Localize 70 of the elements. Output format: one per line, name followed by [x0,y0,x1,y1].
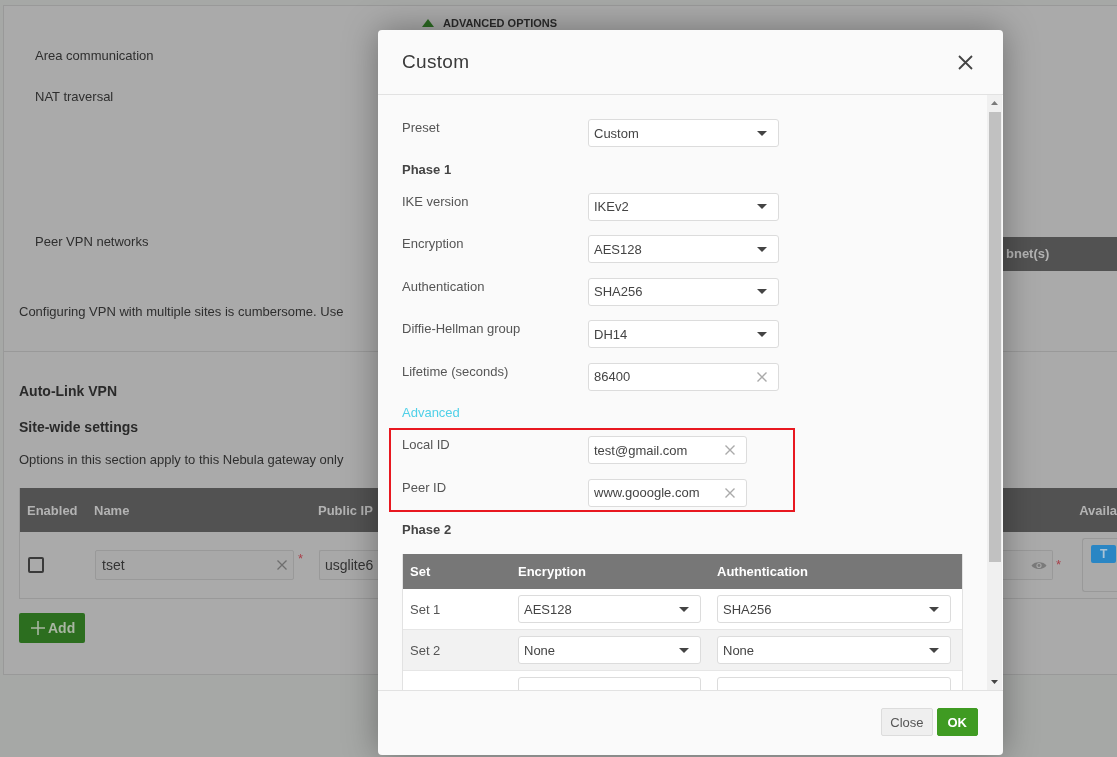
checkbox[interactable] [28,557,44,573]
caret-icon [679,606,689,612]
column-header: Name [94,502,130,518]
column-header: Availa [1079,502,1117,518]
caret-icon [757,130,767,136]
caret-icon [757,331,767,337]
column-header: Encryption [518,564,586,579]
setting-label: Area communication [35,48,154,64]
section-heading: Phase 1 [402,161,452,179]
field-label: Local ID [402,436,451,454]
dropdown[interactable]: AES128 [518,595,701,623]
dropdown[interactable]: IKEv2 [588,192,779,221]
section-description: Options in this section apply to this Nebula gateway only [19,452,344,468]
text-field[interactable]: 86400 [588,362,779,391]
section-heading: Phase 2 [402,521,452,539]
eye-icon[interactable] [1031,559,1047,571]
table-cell: Set 1 [410,601,441,617]
text-field[interactable]: tset [95,550,294,580]
field-label: Peer ID [402,478,448,497]
dropdown[interactable]: AES128 [588,235,779,263]
text-field[interactable]: www.gooogle.com [588,478,747,507]
dropdown[interactable]: SHA256 [588,277,779,306]
clear-icon[interactable] [757,371,767,382]
clear-icon[interactable] [277,560,287,570]
clear-icon[interactable] [725,445,735,455]
column-header: bnet(s) [1006,246,1050,262]
info-text: Configuring VPN with multiple sites is cumbersome. Use [19,304,344,319]
text-field[interactable]: test@gmail.com [588,436,747,464]
advanced-options-toggle[interactable]: ADVANCED OPTIONS [422,16,558,29]
required-mark: * [298,552,304,565]
scrollbar-thumb[interactable] [988,112,1001,562]
caret-icon [757,204,767,209]
caret-icon [929,606,939,612]
caret-icon [929,647,939,653]
scrollbar[interactable] [987,95,1002,690]
ok-button[interactable]: OK [936,708,978,736]
plus-icon [31,621,45,635]
caret-icon [679,647,689,653]
section-subtitle: Site-wide settings [19,418,139,436]
dropdown[interactable]: None [717,636,951,664]
clear-icon[interactable] [725,487,735,498]
field-label: Authentication [402,277,486,296]
table-cell: Set 2 [410,642,441,658]
dropdown[interactable]: Custom [588,119,779,147]
tag: T [1091,545,1117,563]
close-icon[interactable] [958,54,973,70]
field-label: Preset [402,119,441,137]
caret-icon [757,246,767,252]
dropdown[interactable]: SHA256 [717,595,951,623]
scroll-up-icon[interactable] [991,101,998,105]
field-label: Diffie-Hellman group [402,320,522,338]
text-field[interactable]: usglite6 [319,550,378,580]
dropdown[interactable]: None [518,636,701,664]
field-label: Lifetime (seconds) [402,362,510,381]
close-button[interactable]: Close [881,708,933,736]
field-label: IKE version [402,192,470,211]
column-header: Authentication [717,564,808,579]
required-mark: * [1056,558,1063,571]
dropdown[interactable]: DH14 [588,320,779,348]
dialog-title: Custom [402,51,470,73]
column-header: Public IP [318,502,373,518]
text-field[interactable] [1003,550,1053,580]
setting-label: NAT traversal [35,89,114,105]
field-label: Encryption [402,235,465,253]
column-header: Set [410,564,431,579]
setting-label: Peer VPN networks [35,234,149,250]
section-title: Auto-Link VPN [19,382,117,400]
caret-icon [757,289,767,294]
column-header: Enabled [27,502,78,518]
scroll-down-icon[interactable] [991,680,998,684]
